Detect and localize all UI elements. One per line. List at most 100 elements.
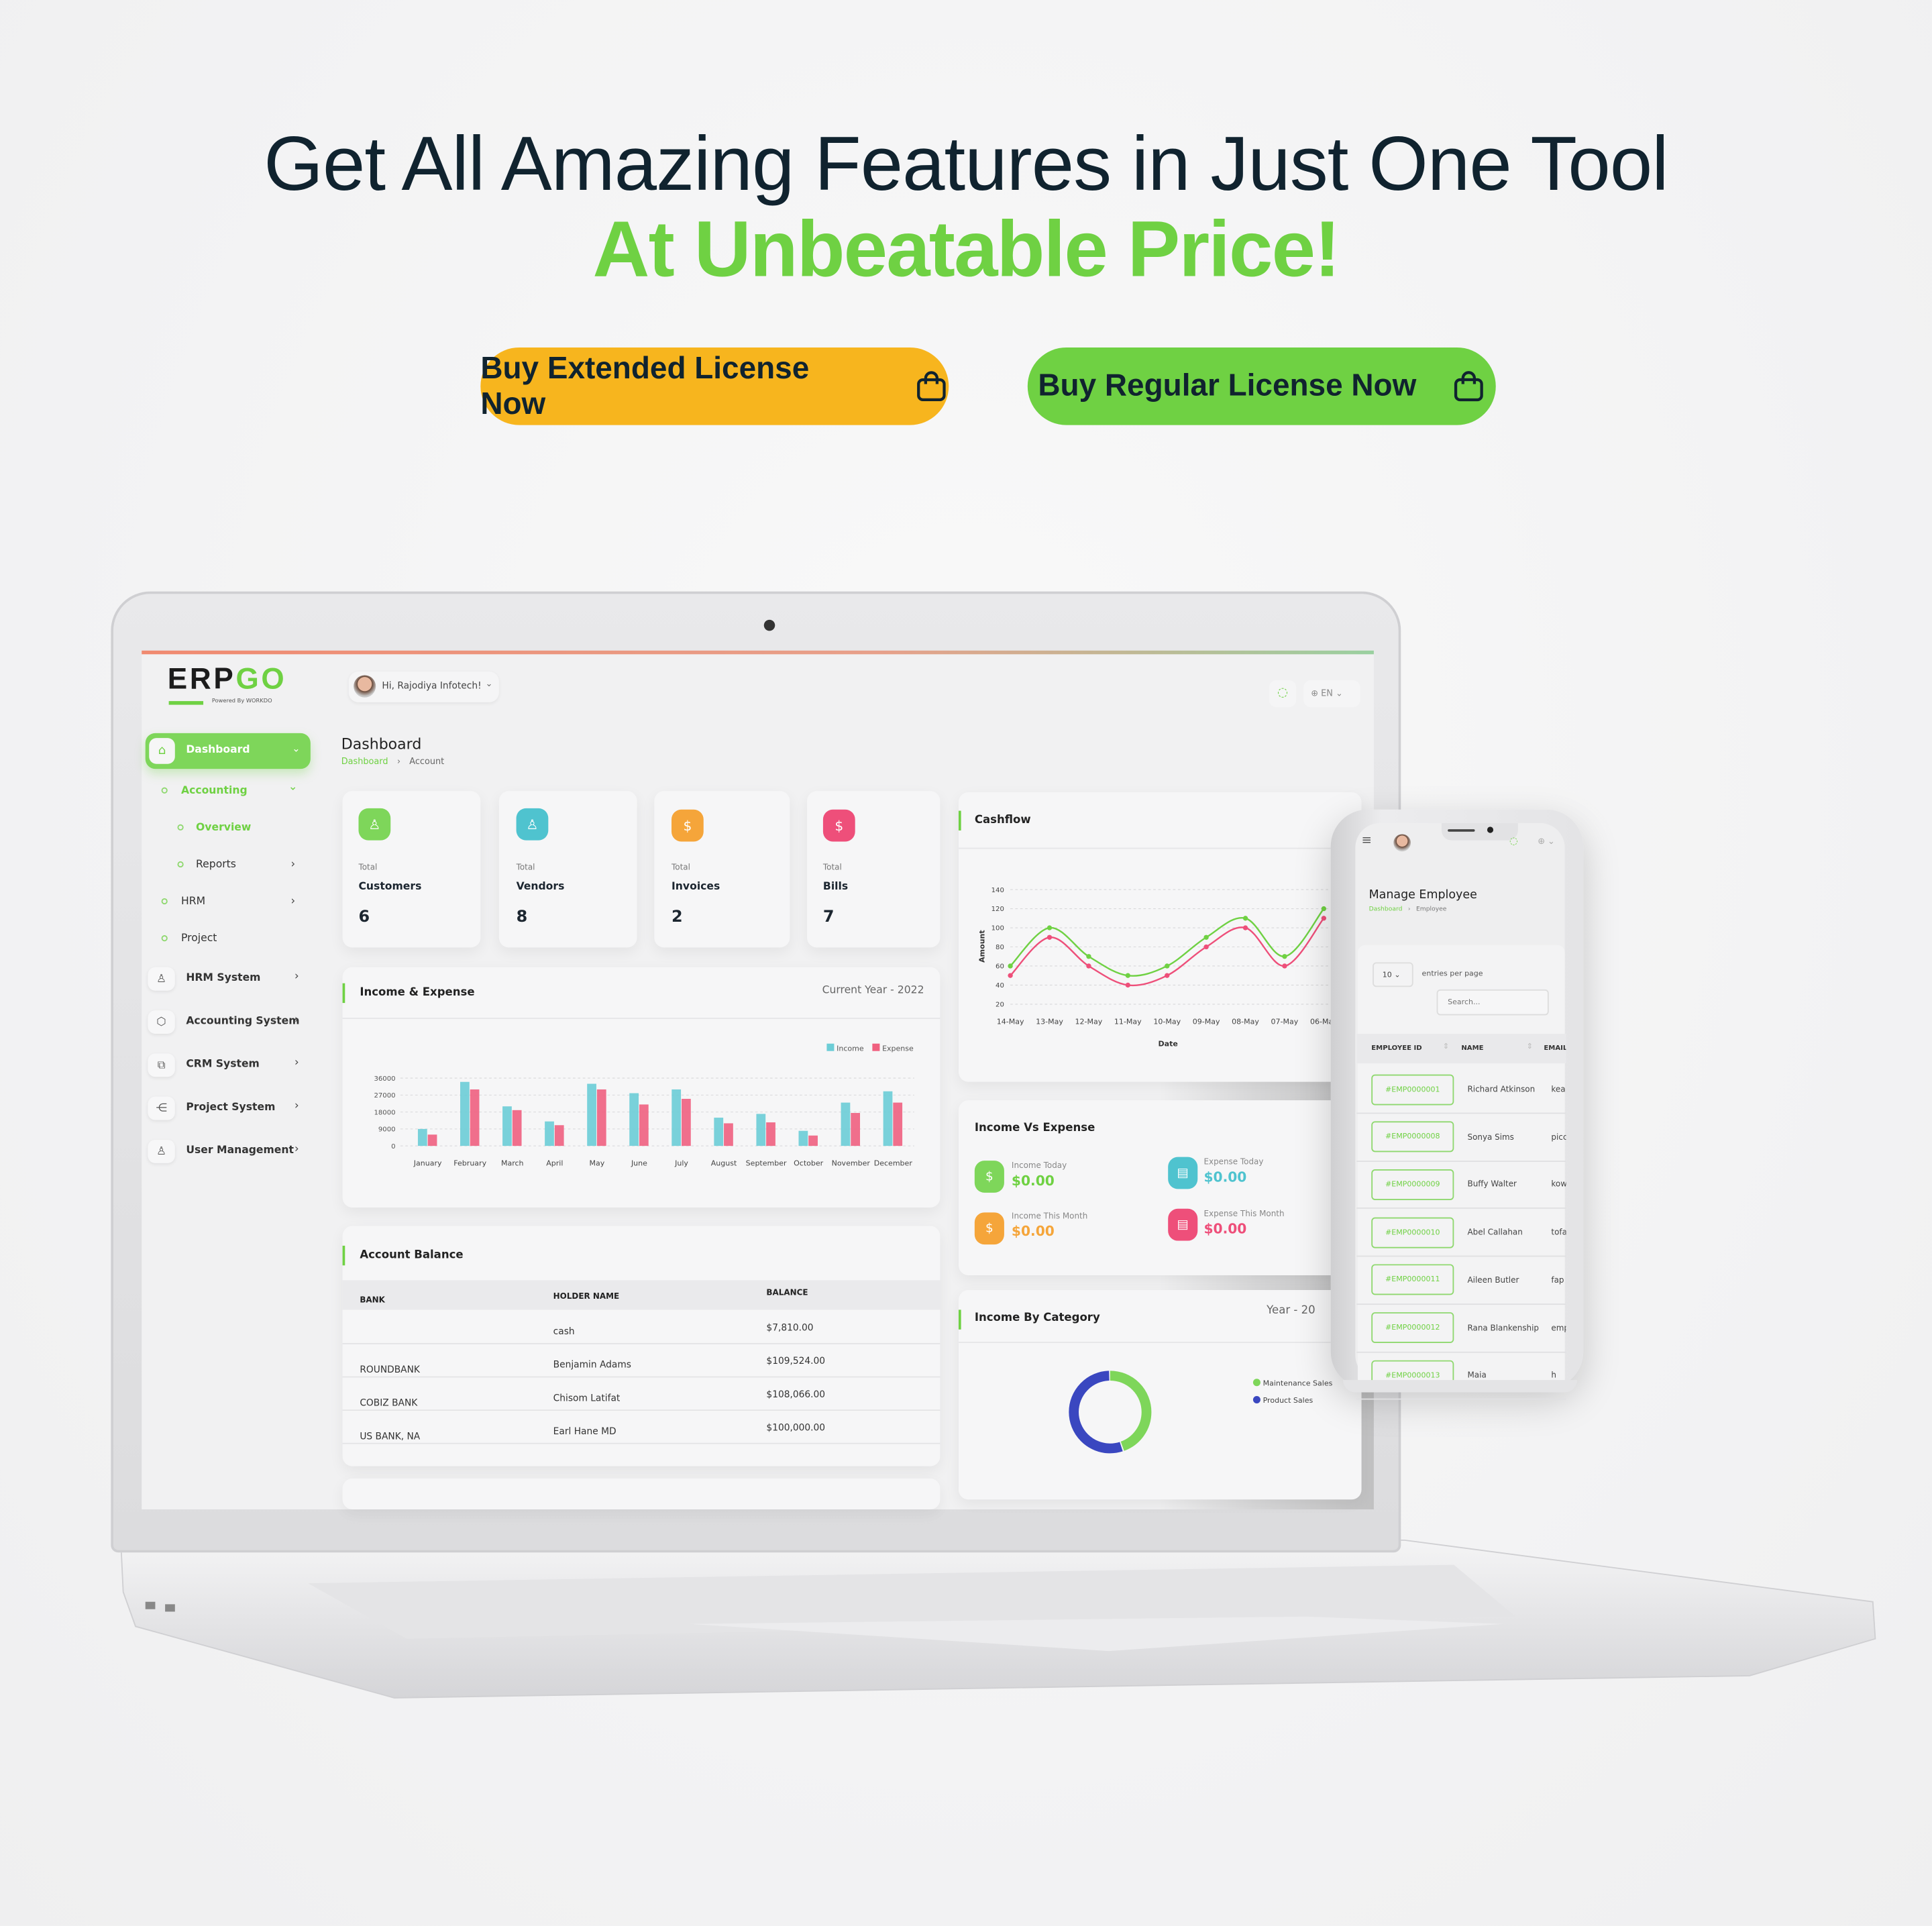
- stat-caption: Total: [822, 862, 842, 873]
- employee-id-badge[interactable]: #EMP0000001: [1371, 1073, 1454, 1105]
- employee-name: Aileen Butler: [1467, 1275, 1519, 1285]
- cashflow-card: Cashflow: [958, 792, 1362, 1082]
- breadcrumb-home[interactable]: Dashboard: [1369, 906, 1403, 913]
- sidebar-label: Project: [180, 932, 217, 945]
- table-header: BANK HOLDER NAME BALANCE: [342, 1280, 941, 1310]
- employee-name: Abel Callahan: [1467, 1227, 1523, 1238]
- globe-icon[interactable]: ⊕ ⌄: [1538, 837, 1555, 847]
- accent-bar: [342, 1245, 345, 1266]
- breadcrumb-current: Account: [409, 756, 445, 767]
- language-selector[interactable]: ⊕ EN ⌄: [1303, 680, 1360, 708]
- bank-cell: ROUNDBANK: [360, 1364, 420, 1375]
- chevron-right-icon: ›: [294, 971, 299, 983]
- balance-cell: $109,524.00: [766, 1355, 826, 1367]
- logo-erp: ERP: [167, 663, 236, 696]
- home-icon: ⌂: [149, 738, 175, 764]
- employee-email: kow: [1551, 1179, 1566, 1190]
- employee-name: Buffy Walter: [1467, 1179, 1517, 1190]
- row-divider: [342, 1376, 941, 1378]
- employee-email: h: [1551, 1370, 1556, 1381]
- phone-breadcrumb: Dashboard › Employee: [1369, 906, 1447, 913]
- chevron-down-icon: ⌄: [292, 743, 301, 755]
- sort-icon[interactable]: ⇕: [1527, 1042, 1533, 1051]
- sort-icon[interactable]: ⇕: [1443, 1042, 1449, 1051]
- bank-cell: US BANK, NA: [360, 1430, 421, 1442]
- logo-go: GO: [235, 663, 287, 696]
- sidebar-label: Project System: [186, 1102, 276, 1114]
- column-header-name[interactable]: NAME: [1461, 1045, 1483, 1053]
- user-icon: ♙: [148, 967, 175, 991]
- user-menu[interactable]: Hi, Rajodiya Infotech! ⌄: [348, 672, 499, 702]
- chevron-right-icon: ›: [294, 1143, 299, 1156]
- employee-id-badge[interactable]: #EMP0000009: [1371, 1169, 1454, 1200]
- breadcrumb-separator: ›: [1407, 905, 1411, 913]
- row-divider: [1356, 1208, 1566, 1210]
- column-header-employee-id[interactable]: EMPLOYEE ID: [1371, 1045, 1421, 1053]
- metric-value: $0.00: [1011, 1223, 1055, 1240]
- stat-caption: Total: [516, 862, 535, 873]
- accent-bar: [958, 810, 961, 831]
- stat-label: Customers: [358, 881, 422, 894]
- entries-value: 10: [1382, 971, 1392, 980]
- stat-card-bills[interactable]: $ Total Bills 7: [807, 791, 941, 948]
- chat-icon[interactable]: ◌: [1269, 680, 1297, 708]
- row-divider: [1356, 1350, 1566, 1352]
- row-divider: [1356, 1160, 1566, 1162]
- column-header: BALANCE: [766, 1287, 808, 1298]
- crm-icon: ⧉: [148, 1053, 175, 1077]
- employee-id-badge[interactable]: #EMP0000010: [1371, 1216, 1454, 1248]
- sidebar-label: Overview: [196, 822, 252, 835]
- income-expense-card: Income & Expense Current Year - 2022: [342, 967, 941, 1208]
- employee-name: Maia: [1467, 1370, 1487, 1381]
- chevron-right-icon: ›: [294, 1014, 299, 1026]
- sidebar-item-dashboard[interactable]: ⌂ Dashboard ⌄: [145, 733, 311, 769]
- card-title: Account Balance: [360, 1249, 464, 1262]
- language-value: EN: [1321, 688, 1333, 699]
- promo-page: Get All Amazing Features in Just One Too…: [0, 0, 1932, 1926]
- hamburger-menu-icon[interactable]: ≡: [1362, 834, 1372, 847]
- balance-cell: $100,000.00: [766, 1422, 826, 1434]
- chat-icon[interactable]: ◌: [1509, 835, 1518, 847]
- avatar[interactable]: [1393, 834, 1411, 852]
- bullet-icon: [161, 935, 168, 942]
- accent-bar: [958, 1309, 961, 1330]
- chevron-down-icon: ⌄: [485, 679, 493, 689]
- phone-camera: [1487, 826, 1494, 833]
- balance-cell: $108,066.00: [766, 1388, 826, 1400]
- stat-card-invoices[interactable]: $ Total Invoices 2: [654, 791, 790, 948]
- period-label: Current Year - 2022: [822, 984, 924, 997]
- sidebar-label: User Management: [186, 1144, 294, 1157]
- employee-id-badge[interactable]: #EMP0000011: [1371, 1264, 1454, 1295]
- search-input[interactable]: [1436, 989, 1549, 1016]
- stat-caption: Total: [358, 862, 378, 873]
- entries-select[interactable]: 10 ⌄: [1373, 962, 1413, 987]
- employee-email: fap: [1551, 1275, 1564, 1285]
- holder-cell: Chisom Latifat: [553, 1392, 621, 1404]
- row-divider: [1356, 1255, 1566, 1257]
- employee-name: Sonya Sims: [1467, 1132, 1514, 1142]
- column-header-email[interactable]: EMAIL: [1544, 1045, 1566, 1053]
- divider: [342, 1018, 941, 1019]
- card-title: Income Vs Expense: [974, 1122, 1095, 1135]
- logo-powered-by: Powered By WORKDO: [211, 698, 272, 705]
- users-icon: ♙: [516, 808, 549, 841]
- metric-value: $0.00: [1011, 1173, 1055, 1189]
- stat-card-vendors[interactable]: ♙ Total Vendors 8: [498, 791, 637, 948]
- logo-underline: [168, 701, 204, 704]
- breadcrumb-current: Employee: [1415, 905, 1447, 913]
- stat-card-customers[interactable]: ♙ Total Customers 6: [342, 791, 481, 948]
- card-title: Cashflow: [974, 814, 1031, 827]
- sidebar-label: Reports: [196, 859, 236, 871]
- employee-id-badge[interactable]: #EMP0000012: [1371, 1312, 1454, 1344]
- bullet-icon: [177, 824, 184, 831]
- employee-id-badge[interactable]: #EMP0000008: [1371, 1121, 1454, 1153]
- employee-email: emp: [1551, 1322, 1566, 1333]
- box-icon: ⬡: [148, 1010, 175, 1034]
- page-title: Dashboard: [341, 735, 422, 753]
- breadcrumb-home[interactable]: Dashboard: [341, 757, 388, 767]
- phone-bezel-bottom: [1343, 1380, 1577, 1393]
- top-accent-line: [142, 650, 1374, 655]
- chevron-right-icon: ›: [294, 1057, 299, 1070]
- metric-label: Expense This Month: [1203, 1208, 1285, 1219]
- stat-value: 6: [358, 908, 370, 927]
